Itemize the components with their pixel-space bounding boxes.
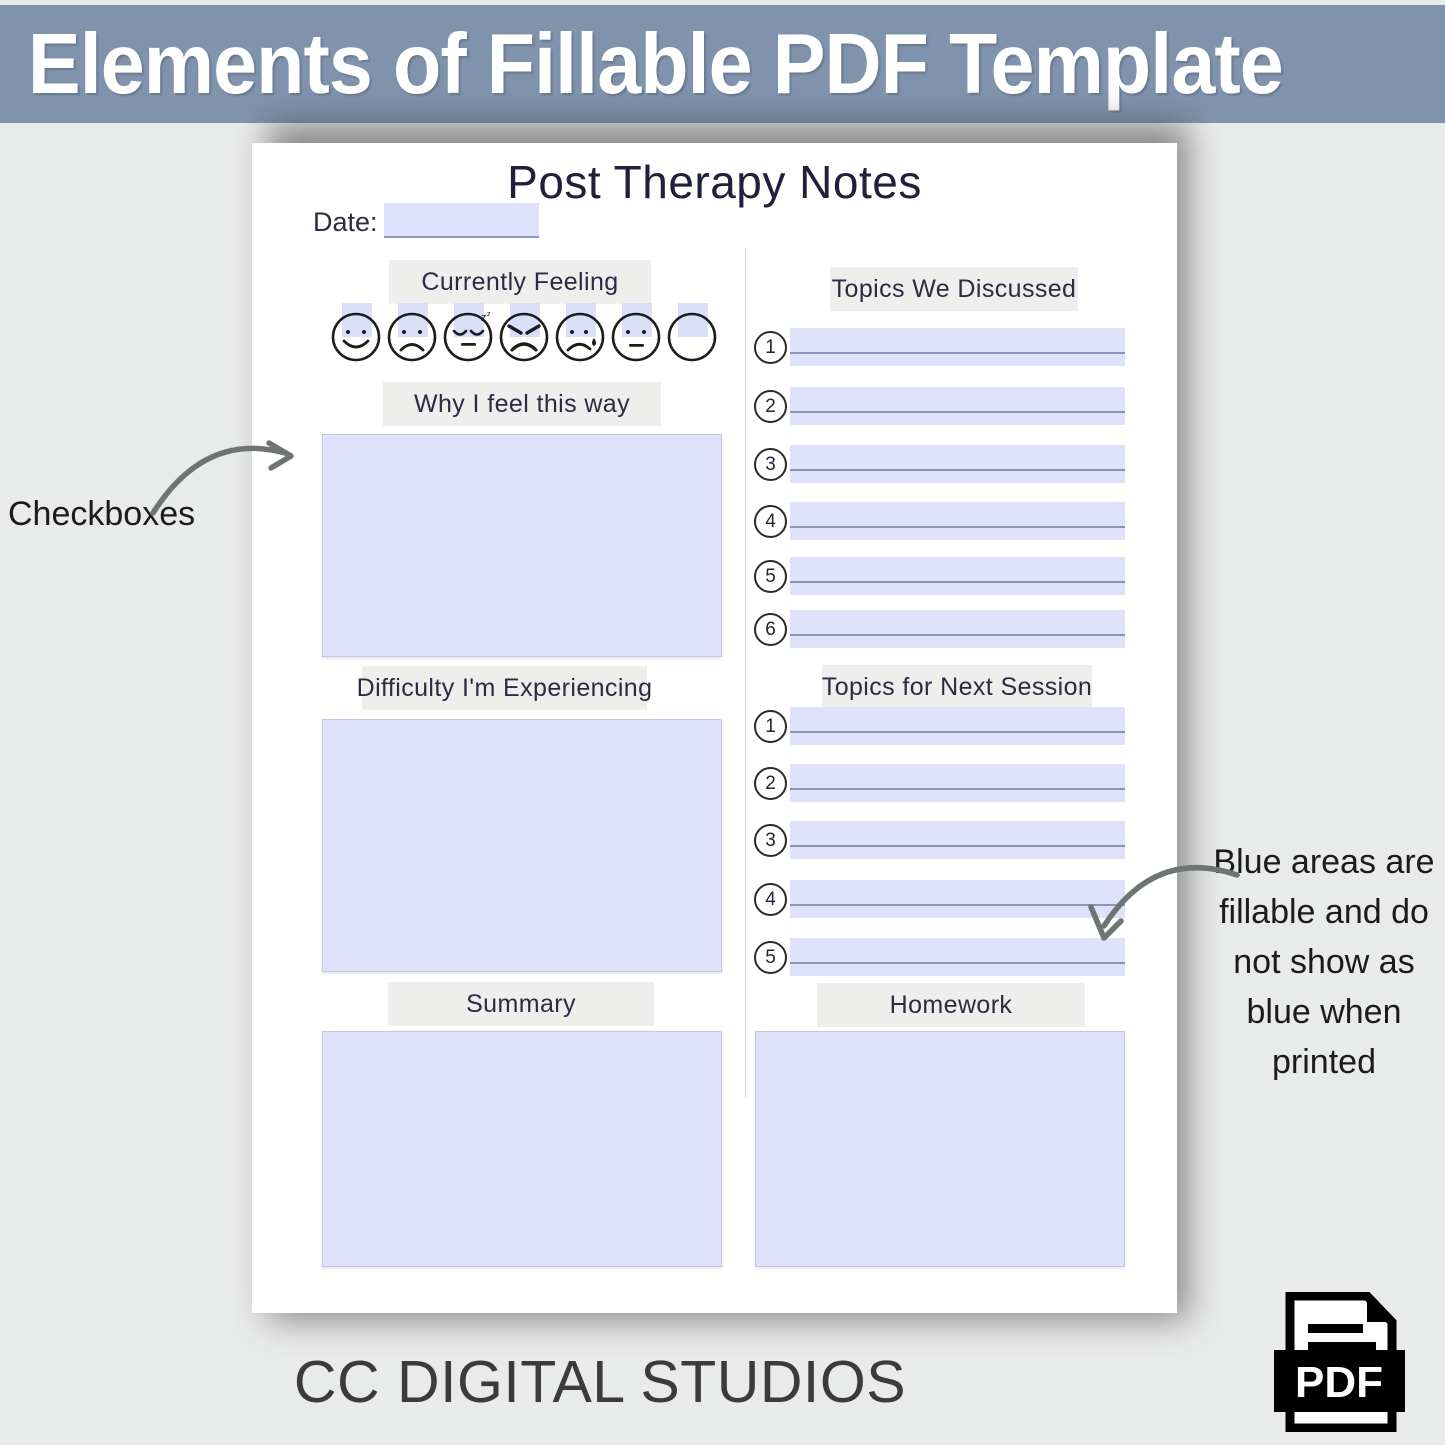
- pdf-file-icon: PDF: [1272, 1291, 1407, 1437]
- neutral-face-icon: [611, 312, 661, 362]
- feeling-option-happy[interactable]: [328, 303, 383, 365]
- why-i-feel-textarea[interactable]: [322, 434, 722, 657]
- topic-number: 2: [754, 390, 787, 423]
- feeling-option-sad[interactable]: [384, 303, 439, 365]
- feeling-option-blank[interactable]: [664, 303, 719, 365]
- topic-rule: [790, 634, 1125, 636]
- topic-rule: [790, 352, 1125, 354]
- date-input[interactable]: [384, 203, 539, 238]
- next-topic-rule: [790, 904, 1125, 906]
- next-topic-rule: [790, 731, 1125, 733]
- header-banner: Elements of Fillable PDF Template: [0, 5, 1445, 123]
- homework-label: Homework: [817, 983, 1085, 1027]
- topic-input[interactable]: [790, 445, 1125, 483]
- next-topic-input[interactable]: [790, 880, 1125, 918]
- svg-text:z: z: [487, 311, 491, 318]
- topic-number: 6: [754, 613, 787, 646]
- topics-next-label: Topics for Next Session: [822, 665, 1092, 709]
- next-topic-number: 1: [754, 710, 787, 743]
- topic-rule: [790, 581, 1125, 583]
- next-topic-rule: [790, 788, 1125, 790]
- why-i-feel-label: Why I feel this way: [383, 382, 661, 426]
- difficulty-textarea[interactable]: [322, 719, 722, 972]
- currently-feeling-label: Currently Feeling: [389, 260, 651, 304]
- feeling-option-sleepy[interactable]: z z: [440, 303, 495, 365]
- topic-rule: [790, 526, 1125, 528]
- topic-number: 1: [754, 331, 787, 364]
- next-topic-rule: [790, 845, 1125, 847]
- date-label: Date:: [313, 207, 378, 237]
- angry-face-icon: [499, 312, 549, 362]
- next-topic-rule: [790, 962, 1125, 964]
- next-topic-number: 3: [754, 824, 787, 857]
- topic-input[interactable]: [790, 387, 1125, 425]
- summary-label: Summary: [388, 982, 654, 1026]
- document-title: Post Therapy Notes: [507, 156, 922, 208]
- svg-text:z: z: [481, 312, 487, 324]
- homework-textarea[interactable]: [755, 1031, 1125, 1267]
- topic-input[interactable]: [790, 610, 1125, 648]
- next-topic-input[interactable]: [790, 707, 1125, 745]
- summary-textarea[interactable]: [322, 1031, 722, 1267]
- brand-footer: CC DIGITAL STUDIOS: [293, 1349, 907, 1415]
- happy-face-icon: [331, 312, 381, 362]
- pdf-template-sheet: Post Therapy Notes Date: Currently Feeli…: [252, 143, 1177, 1313]
- topic-number: 3: [754, 448, 787, 481]
- feeling-option-neutral[interactable]: [608, 303, 663, 365]
- next-topic-input[interactable]: [790, 764, 1125, 802]
- sleepy-face-icon: z z: [443, 311, 493, 362]
- next-topic-number: 4: [754, 883, 787, 916]
- topic-rule: [790, 411, 1125, 413]
- topic-input[interactable]: [790, 557, 1125, 595]
- topic-number: 5: [754, 560, 787, 593]
- page-title: Elements of Fillable PDF Template: [27, 16, 1284, 112]
- topic-input[interactable]: [790, 502, 1125, 540]
- next-topic-input[interactable]: [790, 821, 1125, 859]
- topic-rule: [790, 469, 1125, 471]
- pdf-badge-text: PDF: [1295, 1358, 1383, 1407]
- column-divider: [745, 248, 746, 1098]
- annotation-checkboxes-arrow: [150, 440, 294, 516]
- crying-face-icon: [555, 312, 605, 362]
- topics-discussed-label: Topics We Discussed: [830, 267, 1078, 311]
- next-topic-input[interactable]: [790, 938, 1125, 976]
- annotation-blue-areas-arrow: [1088, 865, 1240, 941]
- difficulty-label: Difficulty I'm Experiencing: [357, 666, 652, 710]
- topic-input[interactable]: [790, 328, 1125, 366]
- next-topic-number: 2: [754, 767, 787, 800]
- next-topic-number: 5: [754, 941, 787, 974]
- blank-face-icon: [667, 312, 717, 362]
- topic-number: 4: [754, 505, 787, 538]
- sad-face-icon: [387, 312, 437, 362]
- feeling-option-crying[interactable]: [552, 303, 607, 365]
- feeling-option-angry[interactable]: [496, 303, 551, 365]
- currently-feeling-options: z z: [328, 303, 728, 365]
